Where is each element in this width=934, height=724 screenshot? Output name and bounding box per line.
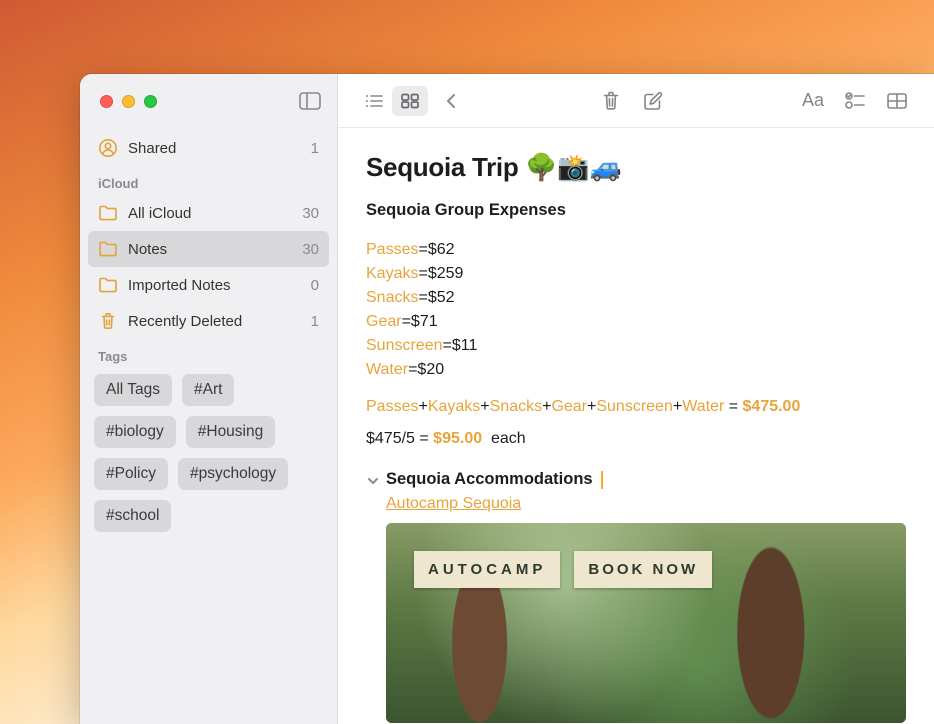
back-button[interactable] [432,86,470,116]
expense-row: Passes=$62 [366,238,906,262]
attachment-overlay: AUTOCAMP BOOK NOW [414,551,712,588]
attachment-preview[interactable]: AUTOCAMP BOOK NOW [386,523,906,723]
note-subhead: Sequoia Group Expenses [366,201,906,220]
table-icon [886,92,908,110]
tag-school[interactable]: #school [94,500,171,532]
sidebar-item-label: All iCloud [128,205,191,222]
sidebar-item-count: 0 [311,277,319,294]
sidebar-item-count: 1 [311,140,319,157]
tag-housing[interactable]: #Housing [186,416,276,448]
toolbar: Aa [338,74,934,128]
sidebar-section-tags: Tags [88,339,329,368]
sidebar-item-count: 1 [311,313,319,330]
folder-icon [98,204,118,222]
titlebar [80,74,337,128]
expense-sum: Passes+Kayaks+Snacks+Gear+Sunscreen+Wate… [366,398,906,416]
folder-icon [98,276,118,294]
tag-art[interactable]: #Art [182,374,234,406]
sidebar-icon [299,92,321,110]
text-cursor [601,471,603,489]
format-button[interactable]: Aa [794,86,832,116]
expense-list: Passes=$62 Kayaks=$259 Snacks=$52 Gear=$… [366,238,906,382]
expense-row: Sunscreen=$11 [366,334,906,358]
compose-button[interactable] [634,86,672,116]
trash-icon [98,311,118,331]
person-circle-icon [98,138,118,158]
sidebar-item-imported[interactable]: Imported Notes 0 [88,267,329,303]
compose-icon [642,90,664,112]
tag-policy[interactable]: #Policy [94,458,168,490]
tags-container: All Tags #Art #biology #Housing #Policy … [88,368,329,538]
sidebar-body: Shared 1 iCloud All iCloud 30 Notes 30 I… [80,128,337,548]
checklist-icon [844,91,866,111]
window-close-button[interactable] [100,95,113,108]
chevron-left-icon [445,92,457,110]
table-button[interactable] [878,86,916,116]
note-body[interactable]: Sequoia Trip 🌳📸🚙 Sequoia Group Expenses … [338,128,934,723]
gallery-view-button[interactable] [392,86,428,116]
notes-window: Shared 1 iCloud All iCloud 30 Notes 30 I… [80,74,934,724]
tag-all[interactable]: All Tags [94,374,172,406]
view-mode-segment [356,86,428,116]
accommodation-link[interactable]: Autocamp Sequoia [386,495,521,513]
sidebar-item-shared[interactable]: Shared 1 [88,130,329,166]
sidebar-item-label: Notes [128,241,167,258]
sidebar-item-recently-deleted[interactable]: Recently Deleted 1 [88,303,329,339]
attachment-chip-brand: AUTOCAMP [414,551,560,588]
tag-biology[interactable]: #biology [94,416,176,448]
tag-psychology[interactable]: #psychology [178,458,288,490]
sidebar-section-icloud: iCloud [88,166,329,195]
window-minimize-button[interactable] [122,95,135,108]
accommodations-heading: Sequoia Accommodations [366,470,906,489]
list-view-button[interactable] [356,86,392,116]
sidebar-item-count: 30 [302,241,319,258]
expense-row: Snacks=$52 [366,286,906,310]
sidebar-item-notes[interactable]: Notes 30 [88,231,329,267]
window-zoom-button[interactable] [144,95,157,108]
checklist-button[interactable] [836,86,874,116]
trash-icon [601,90,621,112]
sidebar-item-all-icloud[interactable]: All iCloud 30 [88,195,329,231]
main-pane: Aa Sequoia Trip 🌳📸🚙 Sequoia Group Expens… [338,74,934,724]
list-icon [364,93,384,109]
toggle-sidebar-button[interactable] [299,92,321,110]
sidebar-item-count: 30 [302,205,319,222]
sidebar: Shared 1 iCloud All iCloud 30 Notes 30 I… [80,74,338,724]
sidebar-item-label: Imported Notes [128,277,231,294]
sidebar-item-label: Shared [128,140,176,157]
note-title: Sequoia Trip 🌳📸🚙 [366,152,906,183]
format-icon: Aa [802,90,824,111]
sidebar-item-label: Recently Deleted [128,313,242,330]
expense-each: $475/5 = $95.00 each [366,430,906,448]
grid-icon [400,93,420,109]
chevron-down-icon[interactable] [366,474,380,488]
attachment-chip-cta: BOOK NOW [574,551,712,588]
folder-icon [98,240,118,258]
delete-button[interactable] [592,86,630,116]
expense-row: Water=$20 [366,358,906,382]
expense-row: Kayaks=$259 [366,262,906,286]
expense-row: Gear=$71 [366,310,906,334]
